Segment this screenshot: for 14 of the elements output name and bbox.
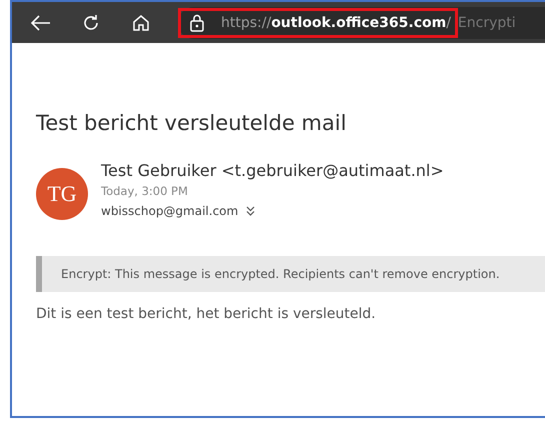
encryption-banner: Encrypt: This message is encrypted. Recipients can't remove encryption. bbox=[36, 256, 545, 292]
url-slash: / bbox=[446, 14, 451, 30]
url-host: outlook.office365.com bbox=[271, 14, 446, 30]
message-subject: Test bericht versleutelde mail bbox=[36, 111, 348, 135]
sender-avatar: TG bbox=[36, 168, 88, 220]
lock-icon bbox=[189, 14, 205, 32]
url-scheme: https:// bbox=[221, 14, 272, 30]
url-path: Encrypti bbox=[458, 14, 516, 30]
sender-name: Test Gebruiker <t.gebruiker@autimaat.nl> bbox=[101, 161, 444, 180]
recipient: wbisschop@gmail.com bbox=[101, 204, 238, 218]
message-time: Today, 3:00 PM bbox=[101, 184, 189, 198]
address-bar[interactable]: https://outlook.office365.com/ Encrypti bbox=[178, 6, 545, 38]
expand-icon[interactable] bbox=[246, 206, 256, 216]
message-body: Dit is een test bericht, het bericht is versleuteld. bbox=[36, 306, 377, 322]
